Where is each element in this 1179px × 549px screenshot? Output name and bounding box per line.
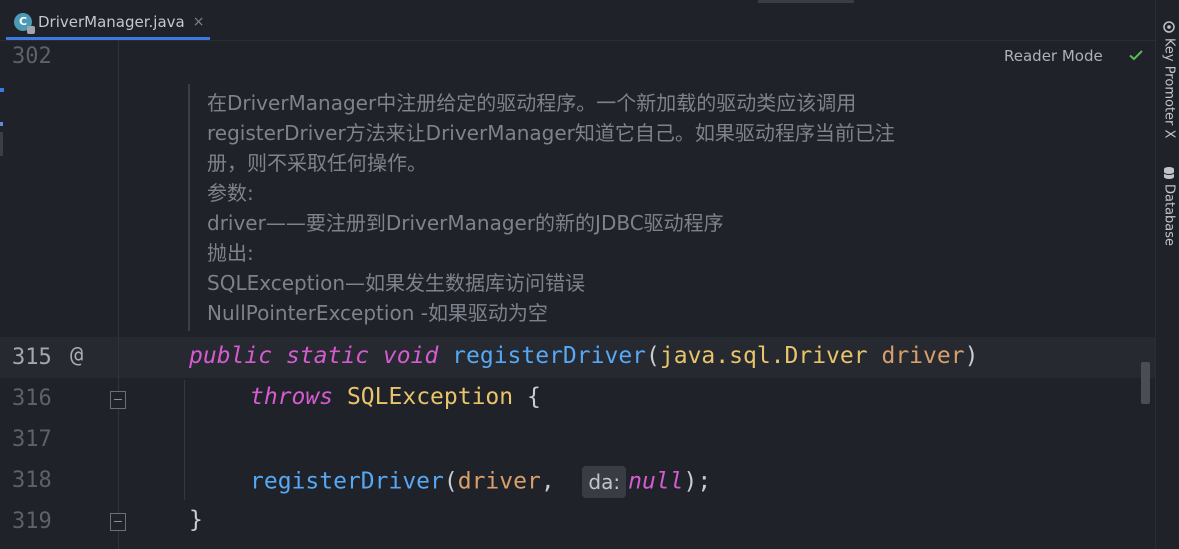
- override-annotation-icon[interactable]: @: [70, 343, 83, 368]
- line-number: 317: [12, 427, 52, 452]
- code-line-319[interactable]: }: [189, 507, 203, 533]
- parameter: driver: [881, 343, 965, 369]
- change-marker: [0, 132, 3, 156]
- code-line-316[interactable]: throws SQLException {: [250, 384, 541, 410]
- fold-icon[interactable]: [110, 513, 126, 531]
- sidebar-item-label: Key Promoter X: [1161, 38, 1177, 139]
- keyword: public: [189, 343, 273, 369]
- reader-mode-button[interactable]: Reader Mode: [1004, 47, 1103, 65]
- database-icon: [1163, 167, 1175, 179]
- change-marker: [0, 122, 3, 126]
- keyword: throws: [250, 384, 334, 410]
- tab-scrollbar[interactable]: [758, 0, 854, 3]
- tab-drivermanager[interactable]: C DriverManager.java ×: [6, 6, 210, 40]
- type-name: java.sql.Driver: [659, 343, 868, 369]
- gutter-divider: [118, 40, 119, 549]
- method-name: registerDriver: [452, 343, 647, 369]
- comma: ,: [540, 468, 555, 495]
- doc-line: 册，则不采取任何操作。: [207, 151, 427, 175]
- indent-guide: [184, 380, 185, 500]
- right-tool-sidebar: Key Promoter X Database: [1155, 0, 1179, 549]
- brace: }: [189, 507, 203, 533]
- java-class-icon: C: [14, 12, 35, 34]
- keyword: void: [382, 343, 439, 369]
- type-name: SQLException: [346, 384, 514, 410]
- rendered-javadoc: 在DriverManager中注册给定的驱动程序。一个新加载的驱动类应该调用 r…: [207, 88, 987, 328]
- check-icon: [1129, 50, 1143, 61]
- paren: (: [646, 343, 660, 369]
- doc-line: 抛出:: [207, 241, 254, 265]
- paren: (: [443, 468, 458, 495]
- change-marker: [0, 88, 4, 92]
- code-line-315[interactable]: public static void registerDriver(java.s…: [189, 343, 978, 369]
- keyword: static: [285, 343, 370, 369]
- close-icon[interactable]: ×: [193, 14, 205, 30]
- sidebar-item-key-promoter-x[interactable]: Key Promoter X: [1158, 20, 1179, 138]
- doc-border: [188, 84, 190, 331]
- doc-line: SQLException—如果发生数据库访问错误: [207, 271, 586, 295]
- parameter-hint: da:: [582, 466, 627, 498]
- doc-line: NullPointerException -如果驱动为空: [207, 301, 548, 325]
- tab-label: DriverManager.java: [38, 12, 185, 31]
- paren: ): [964, 343, 979, 369]
- line-number: 315: [12, 345, 52, 370]
- line-number: 316: [12, 386, 52, 411]
- line-number: 318: [12, 468, 52, 493]
- argument: driver: [457, 468, 541, 495]
- vertical-scrollbar[interactable]: [1141, 362, 1150, 404]
- code-line-318[interactable]: registerDriver(driver, da: null);: [250, 466, 711, 498]
- line-number: 302: [12, 44, 52, 69]
- doc-line: registerDriver方法来让DriverManager知道它自己。如果驱…: [207, 121, 895, 145]
- keyword: null: [628, 468, 684, 495]
- line-number: 319: [12, 509, 52, 534]
- doc-line: 参数:: [207, 181, 254, 205]
- brace: {: [526, 384, 541, 410]
- editor-tab-bar: C DriverManager.java ×: [0, 0, 1155, 41]
- doc-line: 在DriverManager中注册给定的驱动程序。一个新加载的驱动类应该调用: [207, 91, 857, 115]
- sidebar-item-label: Database: [1161, 184, 1177, 247]
- key-promoter-icon: [1163, 21, 1175, 33]
- doc-line: driver——要注册到DriverManager的新的JDBC驱动程序: [207, 211, 724, 235]
- terminator: );: [683, 468, 712, 495]
- sidebar-item-database[interactable]: Database: [1158, 166, 1179, 246]
- method-name: registerDriver: [250, 468, 444, 495]
- fold-icon[interactable]: [110, 391, 126, 409]
